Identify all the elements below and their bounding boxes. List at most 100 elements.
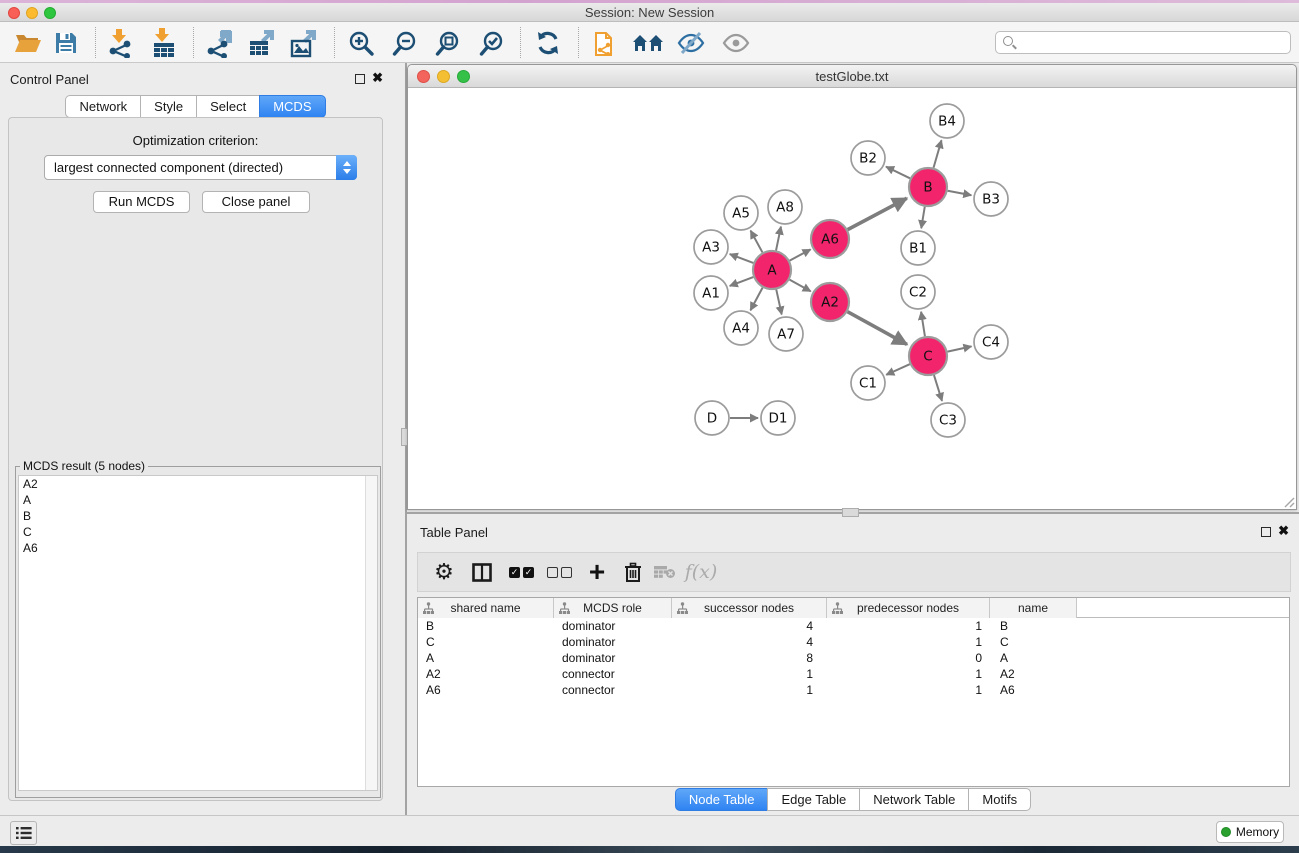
node-C4[interactable]: C4	[974, 325, 1008, 359]
window-resize-grip[interactable]	[1282, 495, 1295, 508]
close-panel-icon[interactable]: ✖	[372, 73, 383, 83]
node-A7[interactable]: A7	[769, 317, 803, 351]
tab-network-table[interactable]: Network Table	[859, 788, 968, 811]
node-C1[interactable]: C1	[851, 366, 885, 400]
node-B2[interactable]: B2	[851, 141, 885, 175]
close-panel-button[interactable]: Close panel	[202, 191, 310, 213]
zoom-selected-button[interactable]	[475, 26, 509, 60]
zoom-fit-button[interactable]	[431, 26, 465, 60]
open-session-button[interactable]	[11, 26, 45, 60]
edge-A-A1[interactable]	[730, 277, 754, 286]
edge-A-A7[interactable]	[776, 290, 781, 315]
apply-layout-button[interactable]	[531, 26, 565, 60]
node-C2[interactable]: C2	[901, 275, 935, 309]
node-C3[interactable]: C3	[931, 403, 965, 437]
export-image-button[interactable]	[287, 26, 321, 60]
table-row[interactable]: Cdominator41C	[418, 634, 1289, 650]
network-canvas[interactable]: B4 B2 B B3 A5 A8 A6 A3 B1 A A1 C2 A2 A4 A7 C C4 C1 C3 D D1	[408, 88, 1296, 509]
table-row[interactable]: A2connector11A2	[418, 666, 1289, 682]
table-settings-button[interactable]: ⚙	[426, 553, 462, 591]
edge-A-A4[interactable]	[750, 288, 762, 311]
table-row[interactable]: Adominator80A	[418, 650, 1289, 666]
node-A[interactable]: A	[753, 251, 791, 289]
edge-A-A3[interactable]	[730, 254, 754, 263]
node-C[interactable]: C	[909, 337, 947, 375]
export-table-button[interactable]	[245, 26, 279, 60]
column-header-successor-nodes[interactable]: successor nodes	[672, 598, 827, 618]
table-row[interactable]: A6connector11A6	[418, 682, 1289, 698]
float-table-panel-icon[interactable]	[1261, 527, 1271, 537]
edge-A-A8[interactable]	[776, 227, 781, 251]
create-column-button[interactable]: +	[579, 553, 615, 591]
delete-column-button[interactable]	[615, 553, 651, 591]
function-builder-button[interactable]: f(x)	[681, 553, 721, 591]
node-A3[interactable]: A3	[694, 230, 728, 264]
show-panels-list-button[interactable]	[10, 821, 37, 845]
save-session-button[interactable]	[49, 26, 83, 60]
close-table-panel-icon[interactable]: ✖	[1278, 526, 1289, 536]
import-network-button[interactable]	[104, 26, 138, 60]
edge-C-C4[interactable]	[948, 346, 972, 351]
edge-B-B1[interactable]	[921, 207, 925, 229]
zoom-in-button[interactable]	[344, 26, 378, 60]
tab-style[interactable]: Style	[140, 95, 196, 118]
edge-A6-B[interactable]	[848, 198, 907, 229]
mcds-result-item[interactable]: A	[19, 492, 377, 508]
mcds-result-item[interactable]: B	[19, 508, 377, 524]
node-A1[interactable]: A1	[694, 276, 728, 310]
node-B3[interactable]: B3	[974, 182, 1008, 216]
tab-motifs[interactable]: Motifs	[968, 788, 1031, 811]
network-window-titlebar[interactable]: testGlobe.txt	[408, 65, 1296, 88]
node-A4[interactable]: A4	[724, 311, 758, 345]
mcds-result-list[interactable]: A2ABCA6	[18, 475, 378, 791]
float-panel-icon[interactable]	[355, 74, 365, 84]
houses-button[interactable]	[631, 26, 665, 60]
new-network-from-selection-button[interactable]	[589, 26, 623, 60]
tab-mcds[interactable]: MCDS	[259, 95, 325, 118]
node-B[interactable]: B	[909, 168, 947, 206]
mcds-result-item[interactable]: C	[19, 524, 377, 540]
tab-edge-table[interactable]: Edge Table	[767, 788, 859, 811]
result-list-scrollbar[interactable]	[365, 476, 377, 790]
tab-node-table[interactable]: Node Table	[675, 788, 768, 811]
node-A5[interactable]: A5	[724, 196, 758, 230]
memory-button[interactable]: Memory	[1216, 821, 1284, 843]
show-columns-button[interactable]	[464, 553, 500, 591]
edge-B-B3[interactable]	[948, 191, 972, 196]
delete-table-button[interactable]	[648, 553, 682, 591]
edge-B-B2[interactable]	[886, 167, 910, 179]
column-header-shared-name[interactable]: shared name	[418, 598, 554, 618]
node-A8[interactable]: A8	[768, 190, 802, 224]
table-row[interactable]: Bdominator41B	[418, 618, 1289, 634]
edge-A2-C[interactable]	[848, 312, 907, 345]
column-header-predecessor-nodes[interactable]: predecessor nodes	[827, 598, 990, 618]
node-A6[interactable]: A6	[811, 220, 849, 258]
tab-select[interactable]: Select	[196, 95, 259, 118]
show-hidden-button[interactable]	[719, 26, 753, 60]
node-A2[interactable]: A2	[811, 283, 849, 321]
edge-C-C2[interactable]	[921, 312, 925, 336]
node-B4[interactable]: B4	[930, 104, 964, 138]
mcds-result-item[interactable]: A2	[19, 476, 377, 492]
zoom-out-button[interactable]	[388, 26, 422, 60]
hide-selected-button[interactable]	[674, 26, 708, 60]
select-all-columns-button[interactable]: ✓ ✓	[504, 553, 542, 591]
edge-B-B4[interactable]	[934, 140, 942, 168]
edge-A-A5[interactable]	[751, 231, 763, 253]
unselect-all-columns-button[interactable]	[542, 553, 580, 591]
search-input[interactable]	[1022, 33, 1284, 52]
mcds-result-item[interactable]: A6	[19, 540, 377, 556]
run-mcds-button[interactable]: Run MCDS	[93, 191, 190, 213]
node-D[interactable]: D	[695, 401, 729, 435]
node-B1[interactable]: B1	[901, 231, 935, 265]
import-table-button[interactable]	[147, 26, 181, 60]
edge-C-C3[interactable]	[934, 375, 942, 401]
node-D1[interactable]: D1	[761, 401, 795, 435]
tab-network[interactable]: Network	[65, 95, 140, 118]
export-network-button[interactable]	[202, 26, 236, 60]
column-header-name[interactable]: name	[990, 598, 1077, 618]
column-header-MCDS-role[interactable]: MCDS role	[554, 598, 672, 618]
edge-A-A2[interactable]	[790, 280, 811, 292]
edge-A-A6[interactable]	[790, 249, 811, 260]
edge-C-C1[interactable]	[886, 364, 910, 375]
